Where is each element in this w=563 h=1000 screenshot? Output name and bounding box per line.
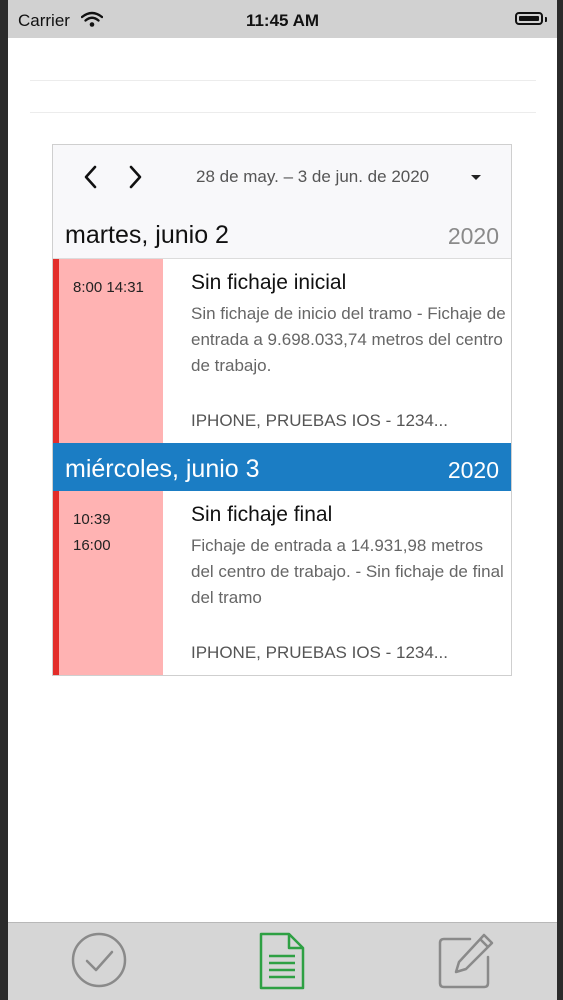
day-year: 2020	[447, 223, 499, 249]
document-icon[interactable]	[257, 931, 307, 991]
date-range-selector[interactable]: 28 de may. – 3 de jun. de 2020	[196, 167, 429, 187]
event-item[interactable]: 8:00 14:31 Sin fichaje inicial Sin ficha…	[53, 259, 511, 443]
chevron-right-icon[interactable]	[123, 164, 147, 190]
divider	[30, 80, 536, 81]
event-time-end: 16:00	[73, 537, 111, 554]
event-description: Sin fichaje de inicio del tramo - Fichaj…	[191, 304, 506, 375]
app-screen: Carrier 11:45 AM 28 de may. – 3 de jun. …	[8, 0, 557, 1000]
event-time-start: 10:39	[73, 511, 111, 528]
edit-icon[interactable]	[436, 931, 496, 991]
event-time: 10:39 16:00	[73, 507, 111, 559]
event-description: Fichaje de entrada a 14.931,98 metros de…	[191, 536, 504, 607]
checkmark-circle-icon[interactable]	[70, 931, 128, 989]
calendar-card: 28 de may. – 3 de jun. de 2020 martes, j…	[52, 144, 512, 676]
tab-bar	[8, 922, 557, 1000]
chevron-left-icon[interactable]	[79, 164, 103, 190]
event-time-marker: 8:00 14:31	[53, 259, 163, 443]
status-bar: Carrier 11:45 AM	[8, 0, 557, 38]
battery-tip	[545, 17, 547, 22]
event-body: Sin fichaje inicial Sin fichaje de inici…	[191, 271, 507, 379]
event-title: Sin fichaje final	[191, 503, 333, 526]
event-time-marker: 10:39 16:00	[53, 491, 163, 675]
caret-down-icon[interactable]	[471, 175, 481, 180]
day-title: miércoles, junio 3	[65, 455, 260, 483]
event-device: IPHONE, PRUEBAS IOS - 1234...	[191, 411, 448, 430]
day-header[interactable]: martes, junio 2 2020	[53, 208, 511, 259]
event-title: Sin fichaje inicial	[191, 271, 347, 294]
status-time: 11:45 AM	[245, 11, 320, 30]
event-time: 8:00 14:31	[73, 279, 144, 296]
event-item[interactable]: 10:39 16:00 Sin fichaje final Fichaje de…	[53, 491, 511, 675]
event-device: IPHONE, PRUEBAS IOS - 1234...	[191, 643, 448, 662]
event-body: Sin fichaje final Fichaje de entrada a 1…	[191, 503, 507, 611]
day-header-selected[interactable]: miércoles, junio 3 2020	[53, 443, 511, 491]
day-title: martes, junio 2	[65, 221, 229, 249]
battery-icon	[515, 12, 543, 25]
divider	[30, 112, 536, 113]
calendar-nav-bar: 28 de may. – 3 de jun. de 2020	[53, 145, 511, 209]
day-year: 2020	[447, 457, 499, 483]
